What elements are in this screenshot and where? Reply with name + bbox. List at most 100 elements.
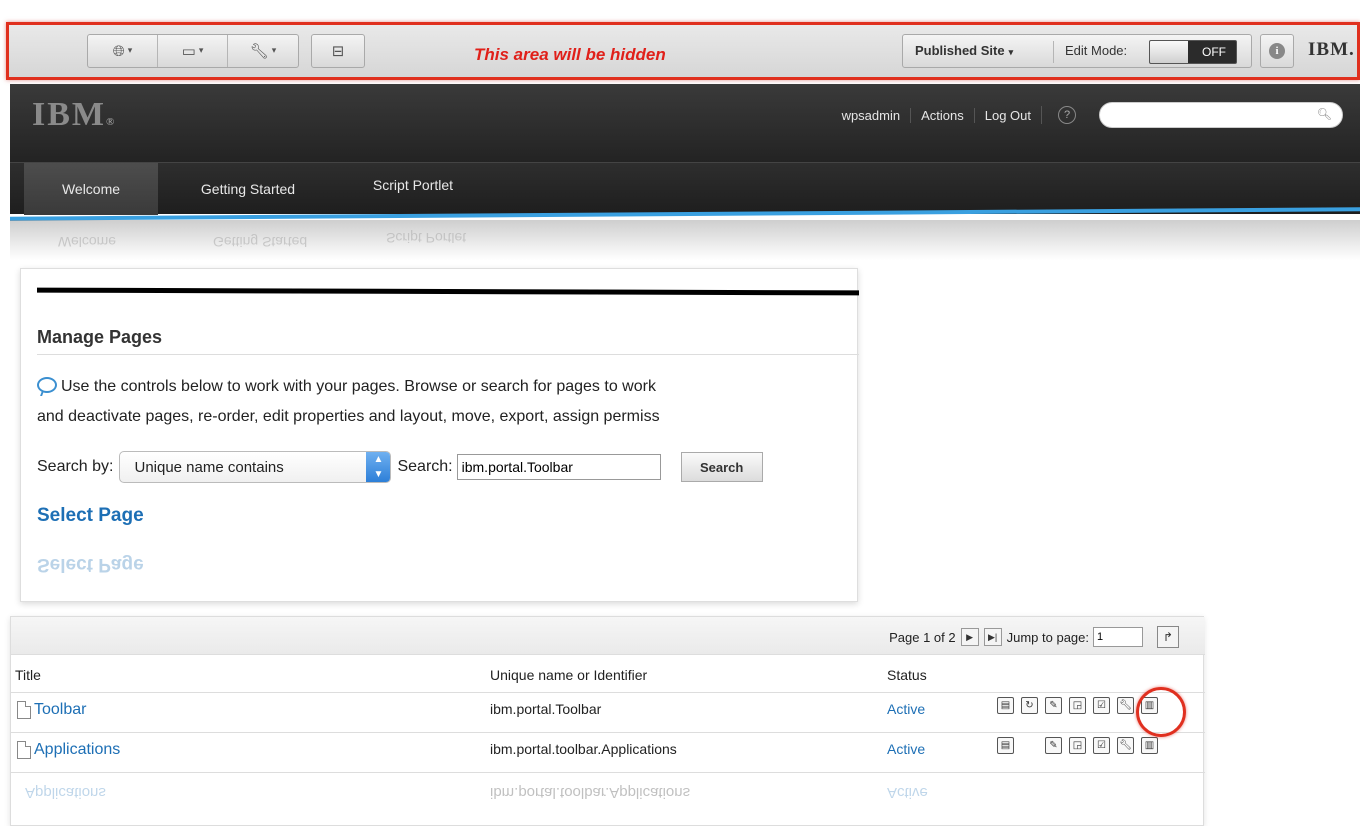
ibm-brand: IBM. bbox=[1308, 39, 1355, 60]
last-page-button[interactable]: ▶| bbox=[983, 628, 1002, 646]
published-site-label: Published Site bbox=[915, 43, 1005, 58]
page-icon bbox=[17, 701, 31, 719]
edit-mode-label: Edit Mode: bbox=[1065, 43, 1128, 58]
column-status: Status bbox=[887, 667, 927, 683]
portal-header: IBM® wpsadmin Actions Log Out ? 🔍︎ bbox=[10, 84, 1360, 162]
page-title: Manage Pages bbox=[37, 327, 163, 347]
search-row: Search by: Unique name contains ▲ ▼ Searc… bbox=[37, 451, 763, 483]
next-page-button[interactable]: ▶ bbox=[960, 628, 979, 646]
pages-table: Page 1 of 2 ▶ ▶| Jump to page: ↱ Title U… bbox=[10, 616, 1205, 826]
view-properties-icon[interactable]: ▤ bbox=[997, 697, 1014, 714]
actions-link[interactable]: Actions bbox=[910, 107, 974, 123]
speech-bubble-icon bbox=[37, 377, 57, 393]
table-reflection: Applications ibm.portal.toolbar.Applicat… bbox=[11, 775, 1205, 805]
device-menu-button[interactable]: ▭ ▾ bbox=[158, 35, 228, 67]
info-button[interactable]: i bbox=[1260, 34, 1294, 68]
page-title-link[interactable]: Applications bbox=[17, 741, 120, 759]
pager-bar: Page 1 of 2 ▶ ▶| Jump to page: ↱ bbox=[11, 617, 1205, 655]
action-placeholder bbox=[1021, 737, 1038, 754]
deactivate-icon[interactable]: ↻ bbox=[1021, 697, 1038, 714]
nav-reflection: Welcome Getting Started Script Portlet bbox=[10, 220, 1360, 260]
row-actions: ▤ ✎ ◲ ☑ 🔧︎ ▥ bbox=[997, 737, 1165, 754]
site-toolbar-icon: ⊟ bbox=[331, 42, 345, 60]
edit-icon[interactable]: ✎ bbox=[1045, 737, 1062, 754]
logo-text: IBM bbox=[32, 96, 106, 133]
edit-layout-icon[interactable]: ◲ bbox=[1069, 697, 1086, 714]
edit-layout-icon[interactable]: ◲ bbox=[1069, 737, 1086, 754]
table-row: Applications ibm.portal.toolbar.Applicat… bbox=[11, 733, 1205, 773]
chevron-down-icon: ▾ bbox=[1008, 47, 1014, 57]
search-label: Search: bbox=[397, 458, 453, 475]
logout-link[interactable]: Log Out bbox=[973, 107, 1041, 123]
view-properties-icon[interactable]: ▤ bbox=[997, 737, 1014, 754]
site-toolbar: 🌐︎ ▾ ▭ ▾ 🔧︎ ▾ ⊟ This area will be hidden Pu… bbox=[6, 22, 1360, 80]
page-icon bbox=[17, 741, 31, 759]
reflection-text: Script Portlet bbox=[386, 230, 467, 246]
description-line-2: and deactivate pages, re-order, edit pro… bbox=[37, 408, 660, 425]
edit-mode-toggle[interactable]: OFF bbox=[1149, 40, 1237, 64]
page-count: Page 1 of 2 bbox=[889, 629, 956, 645]
divider bbox=[37, 354, 859, 355]
column-title: Title bbox=[15, 667, 41, 683]
chevron-down-icon: ▾ bbox=[271, 46, 277, 56]
ibm-logo: IBM® bbox=[32, 96, 114, 134]
jump-to-page-input[interactable] bbox=[1093, 627, 1143, 647]
toggle-knob bbox=[1150, 41, 1188, 63]
search-button[interactable]: Search bbox=[680, 452, 763, 482]
tab-script-portlet[interactable]: Script Portlet bbox=[338, 163, 488, 215]
search-icon[interactable]: 🔍︎ bbox=[1317, 107, 1332, 121]
header-search-input[interactable] bbox=[1112, 103, 1312, 127]
search-by-label: Search by: bbox=[37, 458, 114, 475]
jump-label: Jump to page: bbox=[1006, 629, 1089, 645]
search-by-select[interactable]: Unique name contains ▲ ▼ bbox=[119, 451, 392, 483]
reflection-text: Welcome bbox=[58, 234, 117, 250]
move-icon[interactable]: ☑ bbox=[1093, 737, 1110, 754]
pager-info: Page 1 of 2 ▶ ▶| Jump to page: ↱ bbox=[889, 626, 1179, 648]
select-arrows-icon: ▲ ▼ bbox=[366, 452, 391, 482]
tab-getting-started[interactable]: Getting Started bbox=[158, 163, 338, 215]
search-by-value: Unique name contains bbox=[134, 458, 284, 476]
chevron-down-icon: ▾ bbox=[198, 46, 204, 56]
select-page-reflection: Select Page bbox=[37, 554, 144, 575]
toolbar-menu-group: 🌐︎ ▾ ▭ ▾ 🔧︎ ▾ bbox=[87, 34, 299, 68]
delete-icon[interactable]: ▥ bbox=[1141, 737, 1158, 754]
row-unique-name: ibm.portal.toolbar.Applications bbox=[490, 741, 677, 757]
select-page-heading: Select Page bbox=[37, 505, 144, 526]
page-title-link[interactable]: Toolbar bbox=[17, 701, 86, 719]
main-nav: Welcome Getting Started Script Portlet bbox=[10, 162, 1360, 215]
description-line-1: Use the controls below to work with your… bbox=[61, 378, 656, 395]
toggle-state: OFF bbox=[1202, 45, 1226, 59]
reflection-text: Active bbox=[887, 784, 928, 801]
hidden-area-note: This area will be hidden bbox=[474, 45, 666, 64]
info-icon: i bbox=[1269, 43, 1285, 59]
user-name-link[interactable]: wpsadmin bbox=[832, 108, 911, 123]
row-status-link[interactable]: Active bbox=[887, 701, 925, 717]
site-toolbar-button[interactable]: ⊟ bbox=[311, 34, 365, 68]
help-link[interactable]: ? bbox=[1041, 106, 1086, 124]
go-button[interactable]: ↱ bbox=[1157, 626, 1179, 648]
manage-pages-panel: Manage Pages Use the controls below to w… bbox=[20, 268, 859, 602]
device-icon: ▭ bbox=[181, 42, 196, 60]
reflection-text: ibm.portal.toolbar.Applications bbox=[490, 784, 691, 801]
row-unique-name: ibm.portal.Toolbar bbox=[490, 701, 602, 717]
publish-group: Published Site ▾ Edit Mode: OFF bbox=[902, 34, 1252, 68]
reflection-text: Applications bbox=[25, 784, 106, 801]
description: Use the controls below to work with your… bbox=[37, 372, 867, 432]
globe-menu-button[interactable]: 🌐︎ ▾ bbox=[88, 35, 158, 67]
user-links: wpsadmin Actions Log Out ? bbox=[832, 106, 1086, 124]
published-site-menu[interactable]: Published Site ▾ bbox=[915, 43, 1013, 58]
header-search: 🔍︎ bbox=[1099, 102, 1343, 128]
set-permissions-icon[interactable]: 🔧︎ bbox=[1117, 697, 1134, 714]
registered-mark: ® bbox=[106, 116, 115, 128]
table-row: Toolbar ibm.portal.Toolbar Active ▤ ↻ ✎ … bbox=[11, 693, 1205, 733]
tab-welcome[interactable]: Welcome bbox=[24, 163, 158, 215]
wrench-menu-button[interactable]: 🔧︎ ▾ bbox=[228, 35, 298, 67]
row-title: Toolbar bbox=[34, 701, 87, 718]
search-input[interactable] bbox=[456, 454, 661, 480]
edit-icon[interactable]: ✎ bbox=[1045, 697, 1062, 714]
chevron-down-icon: ▾ bbox=[127, 46, 133, 56]
move-icon[interactable]: ☑ bbox=[1093, 697, 1110, 714]
divider bbox=[1053, 41, 1054, 63]
row-status-link[interactable]: Active bbox=[887, 741, 925, 757]
set-permissions-icon[interactable]: 🔧︎ bbox=[1117, 737, 1134, 754]
